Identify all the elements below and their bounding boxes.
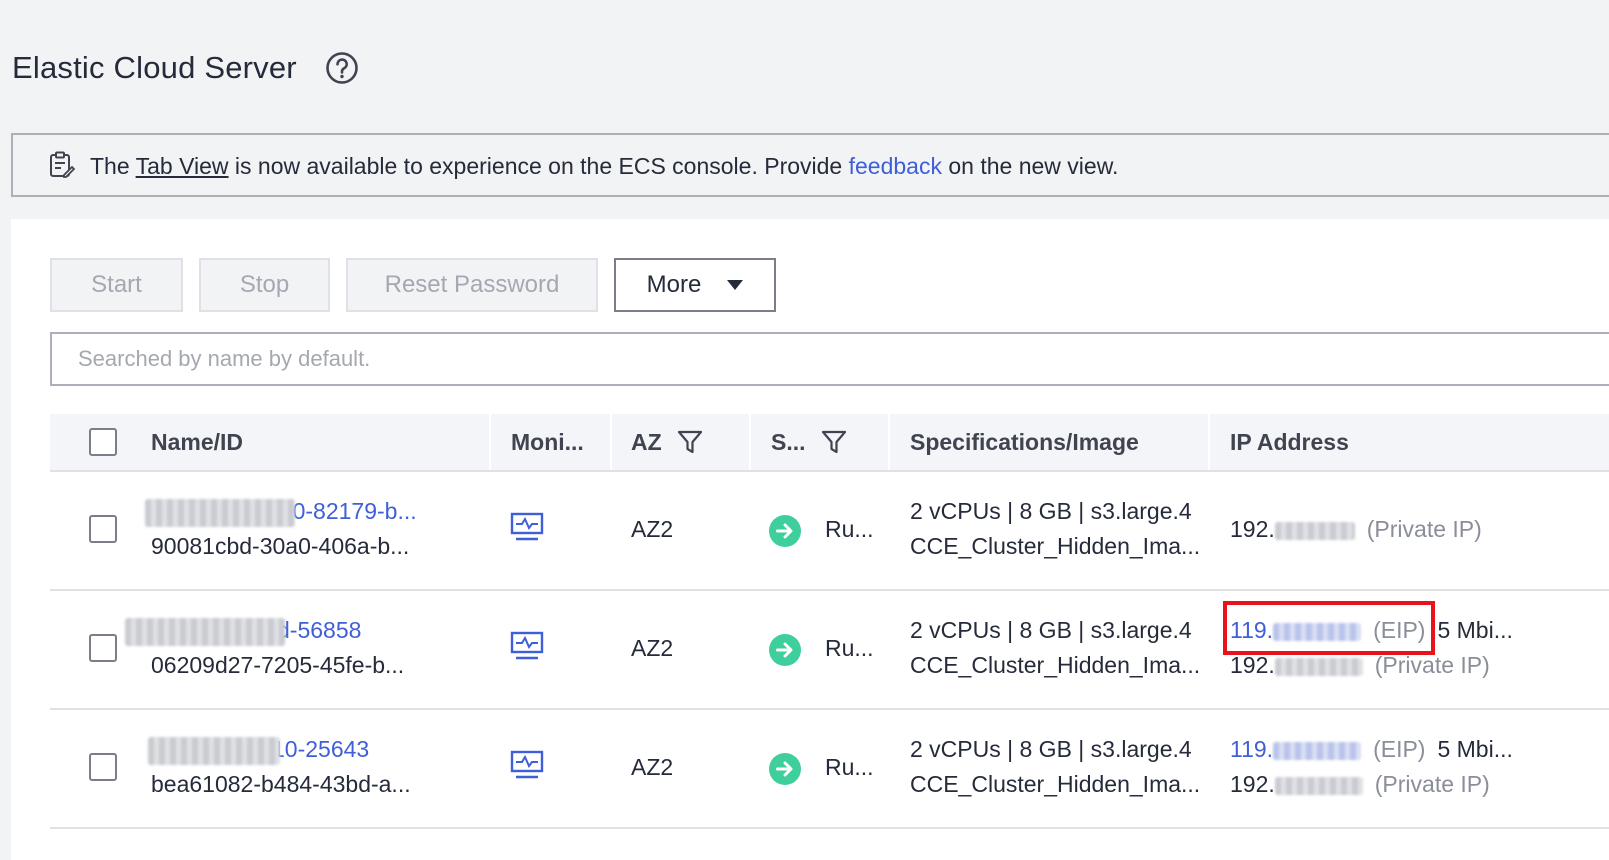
- private-ip: 192. (Private IP): [1230, 767, 1490, 802]
- table-header: Name/ID Moni... AZ S... Specifications/I…: [50, 414, 1609, 472]
- notice-middle: is now available to experience on the EC…: [228, 153, 849, 179]
- eip-address[interactable]: 119. (EIP) 5 Mbi...: [1230, 613, 1513, 648]
- instance-id: 06209d27-7205-45fe-b...: [151, 652, 405, 678]
- page-title: Elastic Cloud Server: [12, 50, 297, 85]
- redacted-ip: [1274, 521, 1355, 540]
- image-text: CCE_Cluster_Hidden_Ima...: [910, 771, 1201, 797]
- more-dropdown-button[interactable]: More: [614, 258, 776, 312]
- az-value: AZ2: [631, 754, 674, 780]
- column-status[interactable]: S...: [771, 414, 848, 470]
- redacted-name: [125, 617, 285, 646]
- status-text: Ru...: [825, 754, 874, 780]
- column-divider: [888, 414, 890, 470]
- eip-prefix[interactable]: 119.: [1230, 617, 1273, 643]
- spec-text: 2 vCPUs | 8 GB | s3.large.4: [910, 498, 1192, 524]
- private-ip-label: (Private IP): [1374, 771, 1490, 797]
- private-ip-label: (Private IP): [1374, 652, 1490, 678]
- column-divider: [1208, 414, 1210, 470]
- instance-name-link[interactable]: 10-25643: [148, 732, 369, 767]
- caret-down-icon: [727, 280, 744, 290]
- eip-label: (EIP): [1373, 617, 1426, 643]
- status-text: Ru...: [825, 516, 874, 542]
- select-all-checkbox[interactable]: [89, 428, 117, 456]
- redacted-ip: [1274, 657, 1363, 676]
- eip-address[interactable]: 119. (EIP) 5 Mbi...: [1230, 732, 1513, 767]
- stop-button[interactable]: Stop: [199, 258, 330, 312]
- instance-name-suffix[interactable]: 10-25643: [272, 736, 369, 762]
- row-checkbox[interactable]: [89, 634, 117, 662]
- column-name-id[interactable]: Name/ID: [151, 414, 243, 470]
- redacted-name: [148, 736, 280, 765]
- search-input[interactable]: Searched by name by default.: [50, 332, 1609, 386]
- eip-prefix[interactable]: 119.: [1230, 736, 1273, 762]
- private-ip-label: (Private IP): [1366, 516, 1482, 542]
- status-filter-icon[interactable]: [820, 428, 848, 456]
- row-checkbox[interactable]: [89, 753, 117, 781]
- instance-name-suffix[interactable]: d-56858: [277, 617, 361, 643]
- monitor-icon[interactable]: [510, 512, 544, 542]
- redacted-name: [145, 498, 295, 527]
- column-monitoring[interactable]: Moni...: [511, 414, 584, 470]
- redacted-ip: [1274, 776, 1363, 795]
- running-status-icon: [769, 634, 801, 666]
- column-divider: [489, 414, 491, 470]
- private-ip-prefix: 192.: [1230, 652, 1275, 678]
- notice-prefix: The: [90, 153, 136, 179]
- private-ip: 192. (Private IP): [1230, 648, 1490, 683]
- table-row: 10-25643 bea61082-b484-43bd-a... AZ2 Ru.…: [50, 710, 1609, 829]
- spec-text: 2 vCPUs | 8 GB | s3.large.4: [910, 736, 1192, 762]
- notice-text: The Tab View is now available to experie…: [90, 151, 1118, 181]
- bandwidth-text: 5 Mbi...: [1437, 617, 1513, 643]
- search-placeholder: Searched by name by default.: [78, 346, 371, 371]
- az-value: AZ2: [631, 516, 674, 542]
- instance-id: bea61082-b484-43bd-a...: [151, 771, 411, 797]
- start-button[interactable]: Start: [50, 258, 183, 312]
- page: Elastic Cloud Server The Tab View is now…: [0, 0, 1609, 860]
- column-az[interactable]: AZ: [631, 414, 704, 470]
- image-text: CCE_Cluster_Hidden_Ima...: [910, 652, 1201, 678]
- notice-banner: The Tab View is now available to experie…: [11, 133, 1609, 197]
- status-text: Ru...: [825, 635, 874, 661]
- private-ip: 192. (Private IP): [1230, 512, 1482, 547]
- tab-view-link[interactable]: Tab View: [136, 153, 229, 179]
- redacted-ip: [1273, 741, 1362, 760]
- image-text: CCE_Cluster_Hidden_Ima...: [910, 533, 1201, 559]
- monitor-icon[interactable]: [510, 750, 544, 780]
- feedback-link[interactable]: feedback: [849, 153, 942, 179]
- notice-suffix: on the new view.: [941, 153, 1119, 179]
- column-divider: [749, 414, 751, 470]
- running-status-icon: [769, 753, 801, 785]
- eip-label: (EIP): [1373, 736, 1426, 762]
- reset-password-button[interactable]: Reset Password: [346, 258, 598, 312]
- az-filter-icon[interactable]: [676, 428, 704, 456]
- private-ip-prefix: 192.: [1230, 771, 1275, 797]
- running-status-icon: [769, 515, 801, 547]
- column-az-label: AZ: [631, 428, 662, 455]
- instance-name-link[interactable]: 310-82179-b...: [145, 494, 417, 529]
- instance-name-link[interactable]: d-56858: [125, 613, 361, 648]
- table-row: 310-82179-b... 90081cbd-30a0-406a-b... A…: [50, 472, 1609, 591]
- more-label: More: [646, 271, 702, 298]
- clipboard-note-icon: [50, 151, 75, 178]
- row-checkbox[interactable]: [89, 515, 117, 543]
- column-spec-image[interactable]: Specifications/Image: [910, 414, 1139, 470]
- monitor-icon[interactable]: [510, 631, 544, 661]
- column-divider: [610, 414, 612, 470]
- redacted-ip: [1273, 622, 1362, 641]
- bandwidth-text: 5 Mbi...: [1437, 736, 1513, 762]
- instance-panel: Start Stop Reset Password More Searched …: [11, 219, 1609, 860]
- table-row: d-56858 06209d27-7205-45fe-b... AZ2 Ru..…: [50, 591, 1609, 710]
- column-status-label: S...: [771, 428, 806, 455]
- column-ip-address[interactable]: IP Address: [1230, 414, 1349, 470]
- az-value: AZ2: [631, 635, 674, 661]
- help-icon[interactable]: [325, 51, 359, 85]
- spec-text: 2 vCPUs | 8 GB | s3.large.4: [910, 617, 1192, 643]
- private-ip-prefix: 192.: [1230, 516, 1275, 542]
- instance-id: 90081cbd-30a0-406a-b...: [151, 533, 410, 559]
